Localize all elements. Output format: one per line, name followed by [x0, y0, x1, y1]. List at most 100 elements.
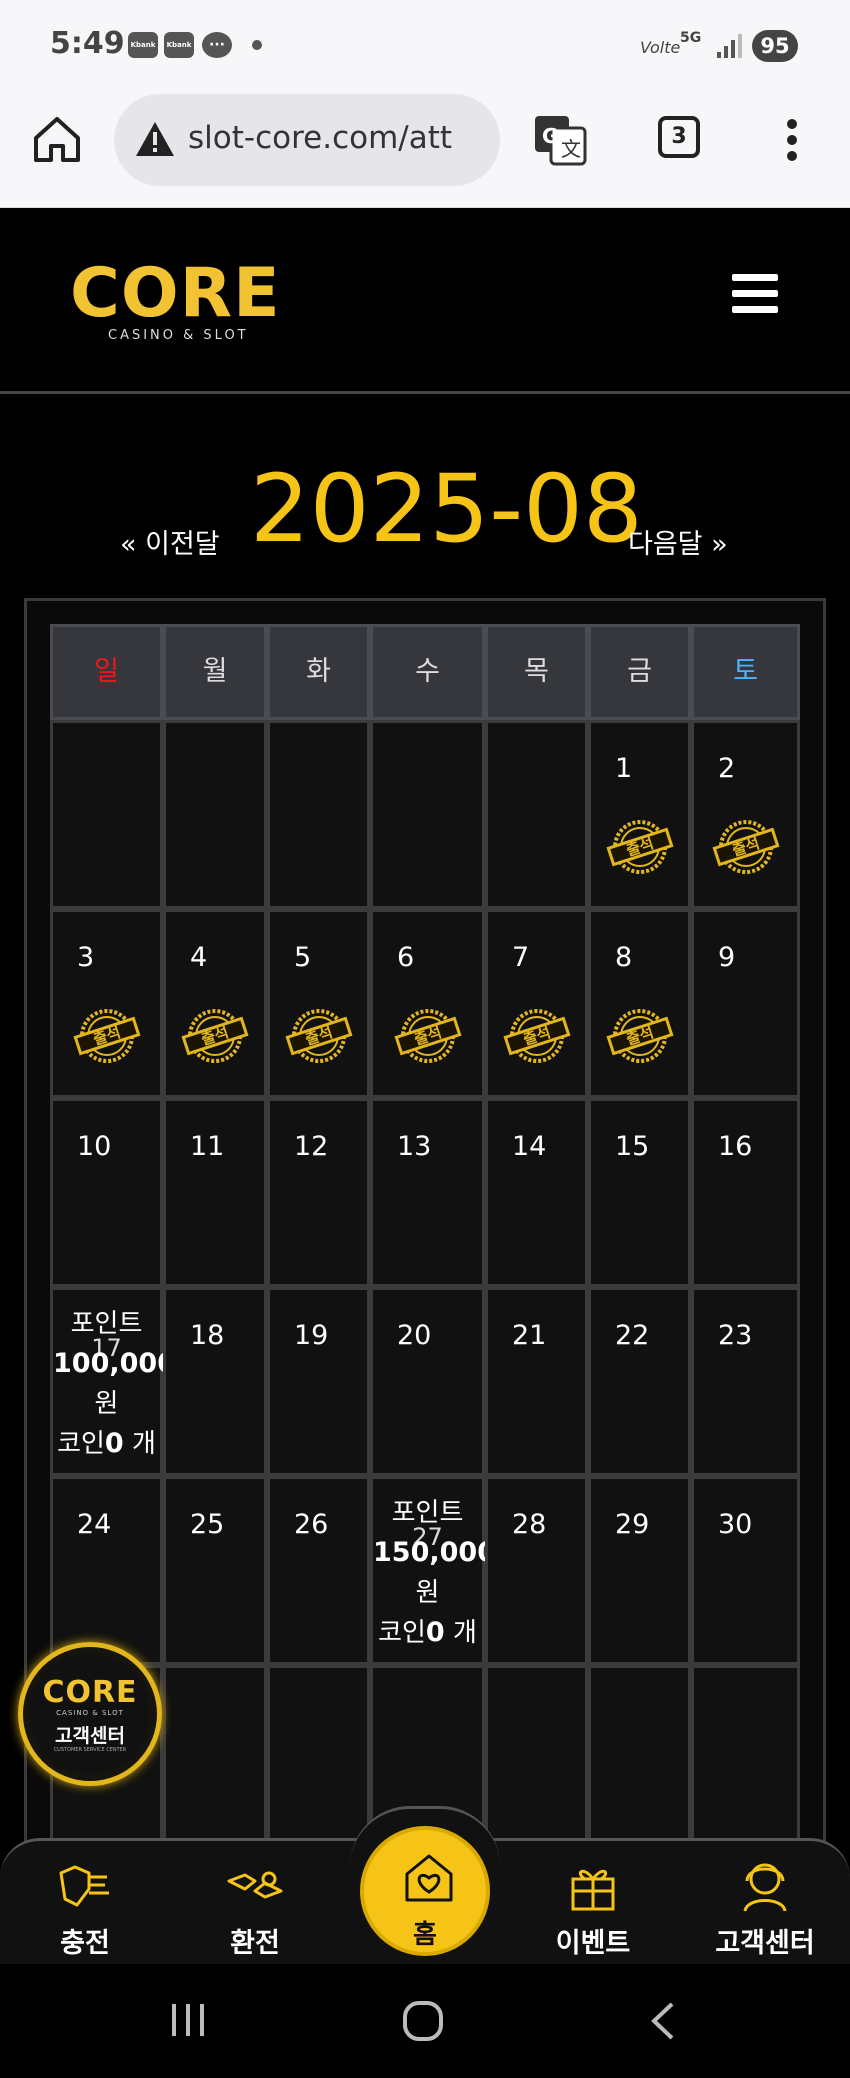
- day-number: 12: [294, 1131, 329, 1162]
- coin-label: 코인: [378, 1618, 426, 1648]
- day-number: 27: [412, 1523, 443, 1551]
- nav-support[interactable]: 고객센터: [700, 1859, 830, 1959]
- day-number: 13: [397, 1131, 432, 1162]
- nav-exchange[interactable]: 환전: [190, 1859, 320, 1959]
- calendar-day-cell[interactable]: 30: [691, 1476, 800, 1665]
- stamp-label: 출석: [624, 1023, 656, 1049]
- url-text[interactable]: slot-core.com/att: [188, 120, 488, 156]
- calendar-day-cell: [267, 720, 370, 909]
- calendar-day-cell[interactable]: 1 출석: [588, 720, 691, 909]
- stamp-label: 출석: [521, 1023, 553, 1049]
- message-notification-icon: ···: [202, 32, 232, 58]
- calendar-day-cell[interactable]: 29: [588, 1476, 691, 1665]
- weekday-header: 월: [163, 624, 267, 720]
- calendar-day-cell[interactable]: 5 출석: [267, 909, 370, 1098]
- weekday-header: 화: [267, 624, 370, 720]
- signal-icon: [717, 34, 742, 58]
- attendance-stamp-icon: 출석: [711, 820, 780, 874]
- weekday-header: 일: [50, 624, 163, 720]
- calendar-day-cell[interactable]: 28: [485, 1476, 588, 1665]
- calendar-day-cell[interactable]: 8 출석: [588, 909, 691, 1098]
- day-number: 30: [718, 1509, 753, 1540]
- calendar-day-cell[interactable]: 6 출석: [370, 909, 485, 1098]
- tab-switcher-button[interactable]: 3: [658, 116, 700, 158]
- back-icon[interactable]: [648, 2000, 678, 2042]
- day-number: 2: [718, 753, 736, 784]
- calendar-day-cell[interactable]: 9: [691, 909, 800, 1098]
- calendar-day-cell[interactable]: 12: [267, 1098, 370, 1287]
- calendar-day-cell[interactable]: 포인트 17 100,000 원 코인0 개: [50, 1287, 176, 1476]
- day-number: 4: [190, 942, 208, 973]
- more-menu-icon[interactable]: [782, 112, 802, 168]
- calendar-day-cell[interactable]: 22: [588, 1287, 691, 1476]
- logo-text: CORE: [70, 254, 281, 333]
- next-month-link[interactable]: 다음달 »: [628, 522, 728, 561]
- nav-event[interactable]: 이벤트: [528, 1859, 658, 1959]
- headset-icon: [743, 1863, 787, 1912]
- attendance-stamp-icon: 출석: [284, 1009, 353, 1063]
- calendar-day-cell[interactable]: 25: [163, 1476, 267, 1665]
- calendar-day-cell[interactable]: 4 출석: [163, 909, 267, 1098]
- translate-icon[interactable]: G 文: [533, 112, 589, 168]
- site-header: CORE CASINO & SLOT: [0, 208, 850, 394]
- core-logo[interactable]: CORE CASINO & SLOT: [70, 260, 285, 350]
- warning-icon[interactable]: [134, 120, 176, 158]
- calendar-day-cell[interactable]: 16: [691, 1098, 800, 1287]
- hamburger-menu-icon[interactable]: [732, 274, 778, 314]
- home-icon[interactable]: [30, 112, 84, 166]
- day-number: 11: [190, 1131, 225, 1162]
- calendar-day-cell[interactable]: 10: [50, 1098, 163, 1287]
- calendar-day-cell[interactable]: 14: [485, 1098, 588, 1287]
- calendar-day-cell[interactable]: 23: [691, 1287, 800, 1476]
- calendar-day-cell[interactable]: 20: [370, 1287, 485, 1476]
- stamp-label: 출석: [624, 834, 656, 860]
- exchange-icon: [227, 1871, 283, 1899]
- month-navigation: « 이전달 2025-08 다음달 »: [0, 440, 850, 570]
- calendar-day-cell[interactable]: 2 출석: [691, 720, 800, 909]
- attendance-stamp-icon: 출석: [72, 1009, 141, 1063]
- nav-exchange-label: 환전: [230, 1928, 280, 1959]
- calendar-day-cell[interactable]: 11: [163, 1098, 267, 1287]
- day-number: 8: [615, 942, 633, 973]
- recent-apps-icon[interactable]: [168, 2000, 208, 2040]
- calendar-day-cell: [50, 720, 163, 909]
- customer-service-badge[interactable]: CORE CASINO & SLOT 고객센터 CUSTOMER SERVICE…: [18, 1642, 162, 1786]
- calendar-day-cell[interactable]: 24: [50, 1476, 163, 1665]
- prev-month-link[interactable]: « 이전달: [120, 522, 220, 561]
- weekday-header: 토: [691, 624, 800, 720]
- network-5g-indicator: 5G: [680, 30, 702, 46]
- browser-toolbar: slot-core.com/att G 文 3: [0, 90, 850, 208]
- attendance-stamp-icon: 출석: [605, 820, 674, 874]
- day-number: 23: [718, 1320, 753, 1351]
- calendar-day-cell[interactable]: 18: [163, 1287, 267, 1476]
- calendar-day-cell[interactable]: 3 출석: [50, 909, 163, 1098]
- calendar-day-cell: [485, 1665, 588, 1855]
- day-number: 1: [615, 753, 633, 784]
- calendar-day-cell[interactable]: 15: [588, 1098, 691, 1287]
- day-number: 18: [190, 1320, 225, 1351]
- coin-label: 코인: [57, 1429, 105, 1459]
- day-number: 29: [615, 1509, 650, 1540]
- day-number: 21: [512, 1320, 547, 1351]
- stamp-label: 출석: [91, 1023, 123, 1049]
- reward-info: 포인트 17 100,000 원 코인0 개: [53, 1304, 176, 1464]
- calendar-day-cell[interactable]: 19: [267, 1287, 370, 1476]
- stamp-label: 출석: [412, 1023, 444, 1049]
- day-number: 17: [91, 1334, 122, 1362]
- svg-text:G: G: [542, 124, 558, 148]
- calendar-day-cell[interactable]: 26: [267, 1476, 370, 1665]
- calendar-day-cell[interactable]: 7 출석: [485, 909, 588, 1098]
- address-bar[interactable]: slot-core.com/att: [114, 94, 500, 186]
- nav-charge[interactable]: 충전: [20, 1859, 150, 1959]
- calendar-day-cell[interactable]: 포인트 27 150,000 원 코인0 개: [370, 1476, 496, 1665]
- nav-home-button[interactable]: 홈: [360, 1826, 490, 1956]
- calendar-day-cell: [267, 1665, 370, 1855]
- nav-support-label: 고객센터: [715, 1928, 815, 1959]
- coin-count: 0: [425, 1617, 445, 1648]
- home-nav-icon[interactable]: [402, 2000, 444, 2042]
- calendar-day-cell[interactable]: 13: [370, 1098, 485, 1287]
- day-number: 16: [718, 1131, 753, 1162]
- coin-unit: 개: [123, 1429, 156, 1459]
- cs-label: 고객센터: [55, 1725, 125, 1747]
- calendar-day-cell[interactable]: 21: [485, 1287, 588, 1476]
